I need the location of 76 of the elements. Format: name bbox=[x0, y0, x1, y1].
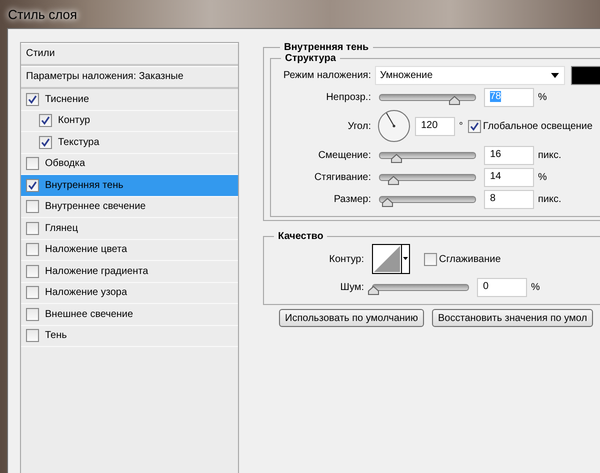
style-label: Наложение цвета bbox=[45, 244, 128, 256]
slider-label: Стягивание: bbox=[313, 172, 372, 182]
style-item[interactable]: Наложение узора bbox=[21, 282, 238, 304]
style-item[interactable]: Текстура bbox=[21, 132, 238, 154]
checkbox[interactable] bbox=[26, 92, 39, 106]
group-title: Качество bbox=[277, 231, 324, 242]
color-swatch[interactable] bbox=[571, 66, 600, 84]
unit-label: % bbox=[538, 172, 547, 182]
group-title: Внутренняя тень bbox=[283, 42, 370, 53]
slider-thumb[interactable] bbox=[368, 286, 379, 294]
slider-thumb[interactable] bbox=[382, 198, 393, 206]
unit-label: пикс. bbox=[538, 150, 562, 160]
style-label: Внутренняя тень bbox=[45, 180, 124, 191]
style-item[interactable]: Внешнее свечение bbox=[21, 304, 238, 326]
style-item[interactable]: Тиснение bbox=[21, 89, 238, 110]
style-item[interactable]: Наложение градиента bbox=[21, 261, 238, 282]
unit-label: пикс. bbox=[538, 194, 562, 204]
slider-label: Шум: bbox=[339, 282, 365, 292]
style-label: Внешнее свечение bbox=[45, 308, 134, 320]
value-field[interactable]: 8 bbox=[484, 190, 534, 208]
anti-alias-label: Сглаживание bbox=[439, 254, 501, 264]
checkbox[interactable] bbox=[26, 157, 39, 170]
style-item[interactable]: Внутреннее свечение bbox=[21, 196, 238, 218]
action-button[interactable]: Использовать по умолчанию bbox=[279, 309, 424, 327]
checkbox[interactable] bbox=[468, 120, 481, 132]
checkbox[interactable] bbox=[26, 264, 39, 278]
checkbox[interactable] bbox=[26, 243, 39, 256]
checkbox[interactable] bbox=[26, 286, 39, 300]
slider-label: Смещение: bbox=[317, 150, 372, 160]
checkbox[interactable] bbox=[39, 136, 52, 149]
style-label: Наложение узора bbox=[45, 287, 128, 298]
contour-label: Контур: bbox=[328, 254, 365, 264]
blend-mode-dropdown[interactable]: Умножение bbox=[375, 66, 565, 84]
style-label: Контур bbox=[58, 115, 90, 126]
style-label: Тень bbox=[45, 330, 67, 342]
blend-mode-label: Режим наложения: bbox=[282, 70, 372, 80]
checkbox[interactable] bbox=[26, 178, 39, 192]
style-item[interactable]: Контур bbox=[21, 110, 238, 132]
checkbox[interactable] bbox=[26, 329, 39, 342]
action-button[interactable]: Восстановить значения по умол bbox=[432, 309, 594, 327]
window-title: Стиль слоя bbox=[8, 6, 78, 22]
style-label: Наложение градиента bbox=[45, 266, 148, 277]
checkbox[interactable] bbox=[39, 114, 52, 128]
checkbox[interactable] bbox=[26, 200, 39, 214]
caret-icon bbox=[551, 72, 559, 78]
checkbox[interactable] bbox=[424, 252, 437, 266]
value-field[interactable]: 14 bbox=[484, 168, 534, 186]
slider-thumb[interactable] bbox=[388, 176, 400, 184]
slider-label: Размер: bbox=[332, 194, 372, 204]
style-label: Тиснение bbox=[45, 94, 90, 105]
slider-label: Непрозр.: bbox=[325, 92, 372, 102]
style-item[interactable]: Наложение цвета bbox=[21, 240, 238, 261]
slider-thumb[interactable] bbox=[391, 154, 402, 162]
checkbox[interactable] bbox=[26, 308, 39, 321]
checkbox[interactable] bbox=[26, 222, 39, 235]
unit-label: % bbox=[538, 92, 547, 102]
style-item[interactable]: Внутренняя тень bbox=[21, 175, 238, 196]
group-title: Структура bbox=[284, 53, 337, 64]
angle-dial[interactable] bbox=[378, 110, 410, 142]
angle-field[interactable]: 120 bbox=[415, 116, 455, 136]
style-item[interactable]: Тень bbox=[21, 326, 238, 347]
degree-label: ° bbox=[459, 120, 463, 132]
blending-options-item[interactable]: Параметры наложения: Заказные bbox=[21, 66, 238, 89]
list-header[interactable]: Стили bbox=[21, 43, 238, 66]
style-label: Глянец bbox=[45, 222, 78, 234]
style-label: Внутреннее свечение bbox=[45, 201, 146, 212]
style-item[interactable]: Глянец bbox=[21, 218, 238, 240]
angle-label: Угол: bbox=[346, 120, 372, 132]
global-light-label: Глобальное освещение bbox=[483, 120, 593, 132]
unit-label: % bbox=[531, 282, 540, 292]
slider-thumb[interactable] bbox=[449, 96, 460, 104]
style-label: Обводка bbox=[45, 158, 86, 170]
value-field[interactable]: 16 bbox=[484, 146, 534, 164]
style-label: Текстура bbox=[58, 136, 100, 148]
value-field[interactable]: 0 bbox=[477, 278, 527, 296]
contour-picker[interactable] bbox=[372, 244, 410, 274]
